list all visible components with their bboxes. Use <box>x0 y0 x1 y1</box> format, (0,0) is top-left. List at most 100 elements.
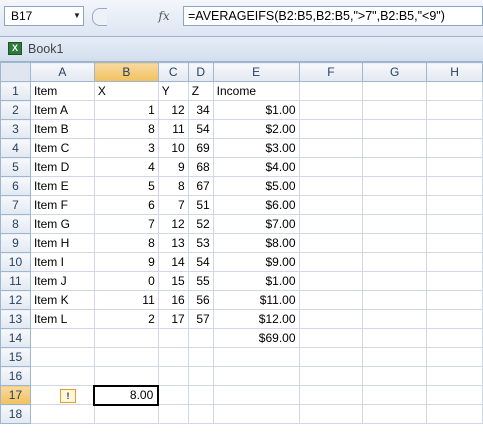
cell-d4[interactable]: 69 <box>187 138 214 158</box>
cell-h2[interactable] <box>426 100 483 120</box>
cell-f6[interactable] <box>298 176 364 196</box>
cell-d12[interactable]: 56 <box>187 290 214 310</box>
cell-b9[interactable]: 8 <box>93 233 159 253</box>
cell-h14[interactable] <box>426 328 483 348</box>
row-header-7[interactable]: 7 <box>0 195 31 215</box>
cell-e2[interactable]: $1.00 <box>212 100 300 120</box>
cell-f10[interactable] <box>298 252 364 272</box>
cell-f5[interactable] <box>298 157 364 177</box>
cell-d9[interactable]: 53 <box>187 233 214 253</box>
cell-h7[interactable] <box>426 195 483 215</box>
cell-h10[interactable] <box>426 252 483 272</box>
cell-f16[interactable] <box>298 366 364 386</box>
cell-g17[interactable] <box>362 385 428 405</box>
cell-a17[interactable]: ! <box>29 385 95 405</box>
cell-d13[interactable]: 57 <box>187 309 214 329</box>
cell-d17[interactable] <box>187 385 214 405</box>
cell-c18[interactable] <box>157 404 189 424</box>
row-header-9[interactable]: 9 <box>0 233 31 253</box>
formula-bar-splitter[interactable] <box>92 8 107 26</box>
cell-h8[interactable] <box>426 214 483 234</box>
cell-c3[interactable]: 11 <box>157 119 189 139</box>
cell-g18[interactable] <box>362 404 428 424</box>
cell-d15[interactable] <box>187 347 214 367</box>
cell-c8[interactable]: 12 <box>157 214 189 234</box>
cell-c17[interactable] <box>157 385 189 405</box>
cell-e3[interactable]: $2.00 <box>212 119 300 139</box>
cell-a9[interactable]: Item H <box>29 233 95 253</box>
cell-d8[interactable]: 52 <box>187 214 214 234</box>
cell-c6[interactable]: 8 <box>157 176 189 196</box>
cell-b5[interactable]: 4 <box>93 157 159 177</box>
formula-input[interactable]: =AVERAGEIFS(B2:B5,B2:B5,">7",B2:B5,"<9") <box>183 6 483 26</box>
cell-d2[interactable]: 34 <box>187 100 214 120</box>
cell-g8[interactable] <box>362 214 428 234</box>
cell-d16[interactable] <box>187 366 214 386</box>
cell-b6[interactable]: 5 <box>93 176 159 196</box>
cell-h1[interactable] <box>426 81 483 101</box>
row-header-11[interactable]: 11 <box>0 271 31 291</box>
cell-b1[interactable]: X <box>93 81 159 101</box>
cell-a3[interactable]: Item B <box>29 119 95 139</box>
cell-b7[interactable]: 6 <box>93 195 159 215</box>
cell-f14[interactable] <box>298 328 364 348</box>
row-header-6[interactable]: 6 <box>0 176 31 196</box>
row-header-17[interactable]: 17 <box>0 385 31 405</box>
cell-f3[interactable] <box>298 119 364 139</box>
cell-g13[interactable] <box>362 309 428 329</box>
cell-b3[interactable]: 8 <box>93 119 159 139</box>
cell-d7[interactable]: 51 <box>187 195 214 215</box>
column-header-g[interactable]: G <box>362 62 428 82</box>
column-header-h[interactable]: H <box>426 62 483 82</box>
cell-g6[interactable] <box>362 176 428 196</box>
cell-c1[interactable]: Y <box>157 81 189 101</box>
cell-d18[interactable] <box>187 404 214 424</box>
cell-e11[interactable]: $1.00 <box>212 271 300 291</box>
cell-d3[interactable]: 54 <box>187 119 214 139</box>
cell-e14[interactable]: $69.00 <box>212 328 300 348</box>
column-header-b[interactable]: B <box>93 62 159 82</box>
cell-d11[interactable]: 55 <box>187 271 214 291</box>
row-header-8[interactable]: 8 <box>0 214 31 234</box>
cell-h13[interactable] <box>426 309 483 329</box>
cell-g5[interactable] <box>362 157 428 177</box>
cell-h11[interactable] <box>426 271 483 291</box>
row-header-14[interactable]: 14 <box>0 328 31 348</box>
cell-b16[interactable] <box>93 366 159 386</box>
cell-f7[interactable] <box>298 195 364 215</box>
cell-c11[interactable]: 15 <box>157 271 189 291</box>
cell-f9[interactable] <box>298 233 364 253</box>
cell-c5[interactable]: 9 <box>157 157 189 177</box>
cell-b14[interactable] <box>93 328 159 348</box>
cell-g16[interactable] <box>362 366 428 386</box>
cell-e8[interactable]: $7.00 <box>212 214 300 234</box>
cell-g3[interactable] <box>362 119 428 139</box>
cell-g1[interactable] <box>362 81 428 101</box>
cell-e1[interactable]: Income <box>212 81 300 101</box>
cell-a5[interactable]: Item D <box>29 157 95 177</box>
cell-c16[interactable] <box>157 366 189 386</box>
select-all-corner[interactable] <box>0 62 31 82</box>
row-header-4[interactable]: 4 <box>0 138 31 158</box>
cell-c12[interactable]: 16 <box>157 290 189 310</box>
row-header-18[interactable]: 18 <box>0 404 31 424</box>
cell-h15[interactable] <box>426 347 483 367</box>
cell-a8[interactable]: Item G <box>29 214 95 234</box>
cell-b4[interactable]: 3 <box>93 138 159 158</box>
cell-b10[interactable]: 9 <box>93 252 159 272</box>
cell-d10[interactable]: 54 <box>187 252 214 272</box>
name-box-dropdown-icon[interactable]: ▼ <box>70 6 84 26</box>
cell-f15[interactable] <box>298 347 364 367</box>
cell-c13[interactable]: 17 <box>157 309 189 329</box>
row-header-1[interactable]: 1 <box>0 81 31 101</box>
cell-f1[interactable] <box>298 81 364 101</box>
cell-e16[interactable] <box>212 366 300 386</box>
cell-e10[interactable]: $9.00 <box>212 252 300 272</box>
cell-e5[interactable]: $4.00 <box>212 157 300 177</box>
cell-f4[interactable] <box>298 138 364 158</box>
error-check-icon[interactable]: ! <box>59 388 76 403</box>
cell-g11[interactable] <box>362 271 428 291</box>
column-header-e[interactable]: E <box>212 62 300 82</box>
row-header-10[interactable]: 10 <box>0 252 31 272</box>
cell-g7[interactable] <box>362 195 428 215</box>
